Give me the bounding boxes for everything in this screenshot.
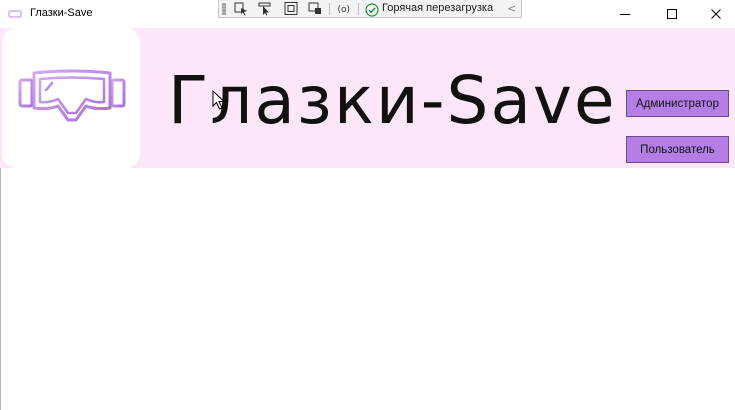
mouse-cursor-icon	[212, 90, 226, 110]
collapse-toolbar-icon[interactable]: <	[507, 2, 516, 15]
minimize-button[interactable]	[603, 0, 647, 28]
close-icon	[711, 9, 721, 19]
select-element-icon[interactable]	[233, 1, 249, 16]
close-button[interactable]	[694, 0, 735, 28]
admin-button[interactable]: Администратор	[626, 90, 729, 117]
app-icon	[8, 8, 22, 20]
header: Глазки-Save Администратор Пользователь	[0, 28, 735, 168]
goggles-logo-icon	[18, 69, 126, 122]
app-window: Глазки-Save (o) Горячая перезагрузка < Г…	[0, 0, 735, 410]
window-title: Глазки-Save	[30, 7, 93, 19]
track-focus-icon[interactable]	[307, 1, 323, 16]
hot-reload-status-icon	[365, 2, 379, 17]
pointer-icon[interactable]	[257, 1, 273, 16]
toolbar-grip-icon[interactable]	[222, 3, 226, 15]
brand-title: Глазки-Save	[168, 62, 617, 139]
user-button[interactable]: Пользователь	[626, 136, 729, 163]
svg-text:(o): (o)	[338, 5, 351, 15]
title-bar[interactable]: Глазки-Save (o) Горячая перезагрузка <	[0, 0, 735, 28]
minimize-icon	[620, 14, 630, 15]
xaml-debug-toolbar: (o) Горячая перезагрузка <	[218, 0, 522, 18]
logo-container	[2, 28, 140, 168]
layout-adorner-icon[interactable]	[283, 1, 299, 16]
binding-failures-icon[interactable]: (o)	[336, 1, 352, 16]
toolbar-separator	[329, 3, 330, 15]
toolbar-separator	[358, 3, 359, 15]
maximize-icon	[667, 9, 677, 19]
maximize-button[interactable]	[650, 0, 694, 28]
hot-reload-label[interactable]: Горячая перезагрузка	[382, 2, 493, 14]
